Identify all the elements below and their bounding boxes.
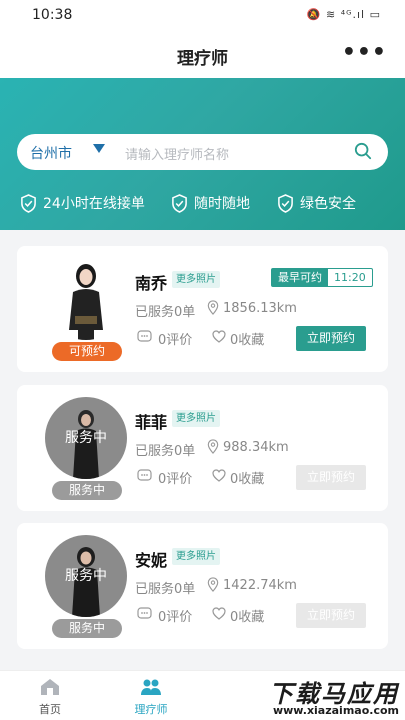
distance: 1422.74km [223,578,297,593]
status-badge: 服务中 [52,481,122,500]
location-pin-icon [207,577,219,592]
therapist-avatar[interactable]: 服务中 [45,535,127,617]
city-selector[interactable]: 台州市 [30,143,72,163]
location-pin-icon [207,439,219,454]
review-count: 0评价 [158,472,193,487]
heart-icon [212,330,226,343]
status-icons: 🔕 ≋ ⁴ᴳ.ıl ▭ [306,8,381,21]
tab-home[interactable]: 首页 [10,675,90,717]
feature-item: 绿色安全 [277,190,356,216]
location-pin-icon [207,300,219,315]
feature-label: 绿色安全 [300,196,356,212]
more-photos-link[interactable]: 更多照片 [172,271,220,288]
comment-icon [137,607,152,619]
tab-label: 首页 [39,703,61,716]
therapist-card[interactable]: 可预约 南乔 更多照片 最早可约 11:20 已服务0单 1856.13km 0… [17,246,388,372]
comment-icon [137,330,152,342]
feature-item: 24小时在线接单 [20,190,145,216]
earliest-time: 11:20 [334,271,366,284]
watermark-url: www.xiazaimao.com [272,704,399,717]
shield-check-icon [172,193,187,213]
avatar-busy-overlay: 服务中 [65,430,107,446]
search-bar: 台州市 请输入理疗师名称 [17,134,388,170]
therapist-card[interactable]: 服务中 服务中 菲菲 更多照片 已服务0单 988.34km 0评价 0收藏 立… [17,385,388,511]
caret-down-icon[interactable] [93,144,105,153]
distance: 1856.13km [223,301,297,316]
search-input[interactable]: 请输入理疗师名称 [125,144,229,163]
feature-item: 随时随地 [171,190,250,216]
therapist-avatar[interactable]: 服务中 [45,397,127,479]
favorite-count: 0收藏 [230,333,265,348]
home-icon [41,679,59,695]
therapist-icon [141,679,161,695]
therapist-name: 南乔 [135,274,168,293]
feature-label: 随时随地 [194,196,250,212]
favorite-count: 0收藏 [230,472,265,487]
more-options-icon[interactable]: ••• [342,40,387,65]
book-now-button[interactable]: 立即预约 [296,603,366,628]
earliest-available-badge: 最早可约 11:20 [271,268,373,287]
heart-icon [212,469,226,482]
nav-bar: 理疗师 ••• [0,32,405,78]
served-count: 已服务0单 [135,444,196,459]
therapist-card[interactable]: 服务中 服务中 安妮 更多照片 已服务0单 1422.74km 0评价 0收藏 … [17,523,388,649]
earliest-label: 最早可约 [272,269,328,286]
book-now-button[interactable]: 立即预约 [296,326,366,351]
status-badge: 可预约 [52,342,122,361]
more-photos-link[interactable]: 更多照片 [172,410,220,427]
served-count: 已服务0单 [135,582,196,597]
therapist-name: 安妮 [135,551,168,570]
status-badge: 服务中 [52,619,122,638]
tab-therapist[interactable]: 理疗师 [111,675,191,717]
more-photos-link[interactable]: 更多照片 [172,548,220,565]
shield-check-icon [278,193,293,213]
shield-check-icon [21,193,36,213]
avatar-busy-overlay: 服务中 [65,568,107,584]
feature-label: 24小时在线接单 [43,196,145,212]
status-bar: 10:38 🔕 ≋ ⁴ᴳ.ıl ▭ [0,0,405,32]
served-count: 已服务0单 [135,305,196,320]
feature-strip: 24小时在线接单 随时随地 绿色安全 [0,190,405,216]
favorite-count: 0收藏 [230,610,265,625]
book-now-button[interactable]: 立即预约 [296,465,366,490]
status-time: 10:38 [32,7,73,23]
therapist-avatar[interactable] [45,258,127,340]
heart-icon [212,607,226,620]
therapist-name: 菲菲 [135,413,168,432]
therapist-photo [69,264,103,340]
search-icon[interactable] [354,142,372,160]
review-count: 0评价 [158,610,193,625]
tab-label: 理疗师 [134,703,168,716]
distance: 988.34km [223,440,289,455]
review-count: 0评价 [158,333,193,348]
watermark: 下载马应用 www.xiazaimao.com [240,674,405,720]
comment-icon [137,469,152,481]
